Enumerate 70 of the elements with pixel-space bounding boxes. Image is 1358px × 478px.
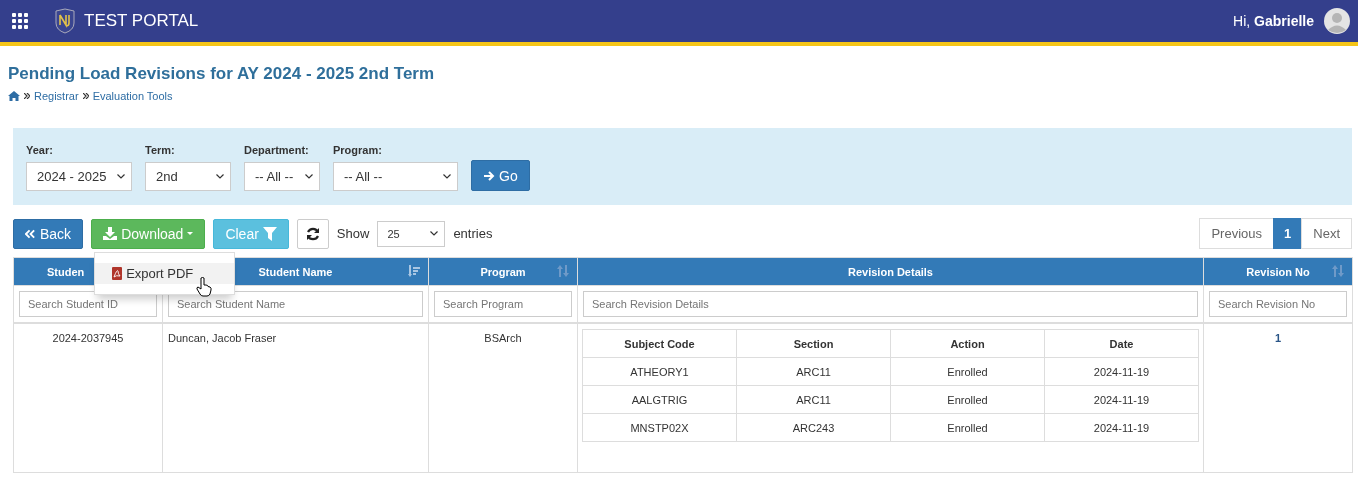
filter-select[interactable]: -- All --: [333, 162, 458, 191]
detail-cell: 2024-11-19: [1044, 357, 1199, 386]
export-pdf-menu-item[interactable]: Export PDF: [95, 262, 235, 284]
entries-select[interactable]: 25: [377, 220, 446, 247]
detail-cell: AALGTRIG: [582, 385, 737, 414]
avatar-icon[interactable]: [1324, 8, 1350, 34]
back-button[interactable]: Back: [13, 218, 84, 249]
detail-cell: 2024-11-19: [1044, 413, 1199, 442]
filter-label: Department:: [244, 144, 310, 156]
student-id-cell: 2024-2037945: [52, 332, 124, 344]
shield-logo-icon: [54, 8, 76, 34]
filter-label: Term:: [145, 144, 176, 156]
detail-column-header: Action: [890, 329, 1045, 358]
detail-column-header: Date: [1044, 329, 1199, 358]
column-search-field[interactable]: Search Student ID: [19, 291, 157, 317]
double-chevron-left-icon: [25, 228, 36, 239]
filter-icon: [262, 226, 277, 241]
show-label: Show: [336, 226, 370, 241]
program-cell: BSArch: [484, 332, 522, 344]
entries-label: entries: [453, 226, 493, 241]
arrow-right-icon: [483, 169, 495, 182]
breadcrumb-separator-icon: [82, 93, 89, 99]
filter-label: Program:: [333, 144, 383, 156]
detail-cell: Enrolled: [890, 413, 1045, 442]
go-button[interactable]: Go: [471, 160, 530, 191]
column-header[interactable]: Revision No: [1203, 257, 1353, 286]
detail-cell: Enrolled: [890, 357, 1045, 386]
pagination-button[interactable]: Next: [1301, 218, 1352, 249]
detail-cell: ARC243: [736, 413, 891, 442]
caret-icon: [187, 231, 194, 236]
breadcrumb-separator-icon: [24, 93, 30, 99]
column-header[interactable]: Program: [428, 257, 578, 286]
chevron-down-icon: [430, 231, 439, 236]
refresh-button[interactable]: [296, 218, 329, 249]
column-search-field[interactable]: Search Student Name: [168, 291, 423, 317]
chevron-down-icon: [117, 174, 125, 179]
refresh-icon: [305, 226, 320, 241]
breadcrumb-link[interactable]: Registrar: [34, 90, 79, 102]
detail-column-header: Section: [736, 329, 891, 358]
page-title: Pending Load Revisions for AY 2024 - 2025 2nd Term: [8, 64, 436, 84]
detail-cell: ATHEORY1: [582, 357, 737, 386]
student-name-cell: Duncan, Jacob Fraser: [168, 332, 277, 344]
column-header[interactable]: Revision Details: [577, 257, 1204, 286]
column-search-field[interactable]: Search Revision Details: [583, 291, 1198, 317]
pdf-file-icon: [112, 266, 123, 280]
filter-select[interactable]: -- All --: [244, 162, 320, 191]
filter-label: Year:: [26, 144, 54, 156]
detail-column-header: Subject Code: [582, 329, 737, 358]
detail-cell: ARC11: [736, 385, 891, 414]
filter-select[interactable]: 2024 - 2025: [26, 162, 132, 191]
apps-grid-icon[interactable]: [12, 13, 28, 29]
chevron-down-icon: [216, 174, 224, 179]
user-greeting: Hi, Gabrielle: [1233, 13, 1314, 29]
pagination-button[interactable]: 1: [1273, 218, 1303, 249]
sort-icon[interactable]: [408, 265, 420, 277]
detail-cell: ARC11: [736, 357, 891, 386]
pagination-button[interactable]: Previous: [1199, 218, 1275, 249]
chevron-down-icon: [443, 174, 451, 179]
detail-cell: Enrolled: [890, 385, 1045, 414]
breadcrumb-link[interactable]: Evaluation Tools: [92, 90, 173, 102]
revision-number-link[interactable]: 1: [1274, 332, 1282, 344]
portal-title: TEST PORTAL: [84, 11, 199, 31]
column-search-field[interactable]: Search Revision No: [1209, 291, 1347, 317]
filter-select[interactable]: 2nd: [145, 162, 231, 191]
home-icon[interactable]: [8, 91, 20, 101]
download-icon: [103, 227, 118, 240]
detail-cell: MNSTP02X: [582, 413, 737, 442]
detail-cell: 2024-11-19: [1044, 385, 1199, 414]
column-search-field[interactable]: Search Program: [434, 291, 572, 317]
chevron-down-icon: [305, 174, 313, 179]
